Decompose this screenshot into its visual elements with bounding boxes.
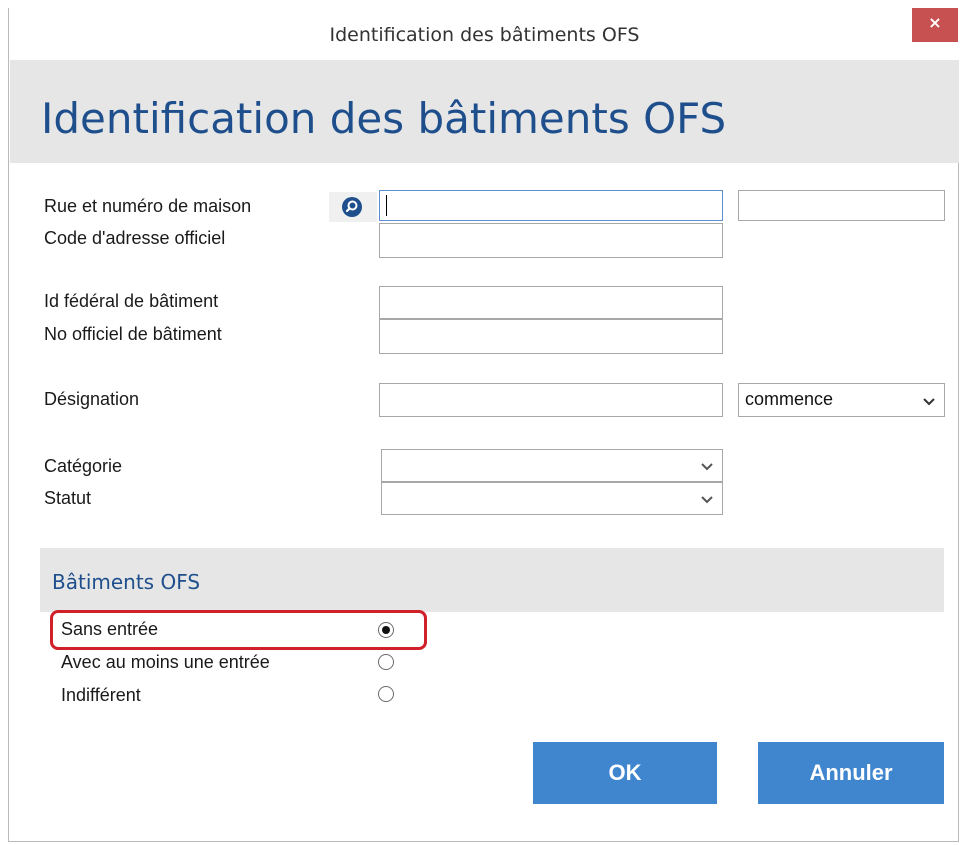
- official-no-label: No officiel de bâtiment: [44, 324, 222, 344]
- highlight-box: [50, 610, 427, 650]
- official-no-input[interactable]: [379, 319, 723, 354]
- status-label: Statut: [44, 488, 92, 508]
- close-button[interactable]: ×: [912, 8, 958, 42]
- search-icon: [342, 197, 362, 217]
- close-icon: ×: [928, 13, 942, 32]
- radio-indifferent[interactable]: [378, 686, 394, 702]
- section-title: Bâtiments OFS: [52, 570, 201, 594]
- street-label: Rue et numéro de maison: [44, 196, 252, 216]
- title-bar: Identification des bâtiments OFS ×: [9, 8, 960, 60]
- federal-id-input[interactable]: [379, 286, 723, 319]
- page-title: Identification des bâtiments OFS: [41, 94, 727, 143]
- text-caret: [386, 195, 387, 216]
- chevron-down-icon: [701, 463, 713, 471]
- status-select[interactable]: [381, 482, 723, 515]
- window-title: Identification des bâtiments OFS: [329, 24, 640, 46]
- designation-label: Désignation: [44, 389, 140, 409]
- cancel-button[interactable]: Annuler: [758, 742, 944, 804]
- section-header: Bâtiments OFS: [40, 548, 944, 612]
- radio-label-indifferent: Indifférent: [61, 685, 141, 705]
- designation-input[interactable]: [379, 383, 723, 417]
- ok-button[interactable]: OK: [533, 742, 717, 804]
- house-number-input[interactable]: [738, 190, 945, 221]
- address-code-input[interactable]: [379, 223, 723, 258]
- designation-mode-select[interactable]: commence: [738, 383, 945, 417]
- chevron-down-icon: [701, 496, 713, 504]
- street-input[interactable]: [379, 190, 723, 221]
- header-band: Identification des bâtiments OFS: [10, 60, 959, 163]
- radio-avec-entree[interactable]: [378, 654, 394, 670]
- radio-label-avec-entree: Avec au moins une entrée: [61, 652, 270, 672]
- category-select[interactable]: [381, 449, 723, 482]
- chevron-down-icon: [923, 398, 935, 406]
- category-label: Catégorie: [44, 456, 123, 476]
- address-code-label: Code d'adresse officiel: [44, 228, 226, 248]
- dialog-window: Identification des bâtiments OFS × Ident…: [8, 8, 960, 842]
- federal-id-label: Id fédéral de bâtiment: [44, 291, 219, 311]
- designation-mode-value: commence: [745, 389, 834, 409]
- street-search-button[interactable]: [329, 192, 377, 222]
